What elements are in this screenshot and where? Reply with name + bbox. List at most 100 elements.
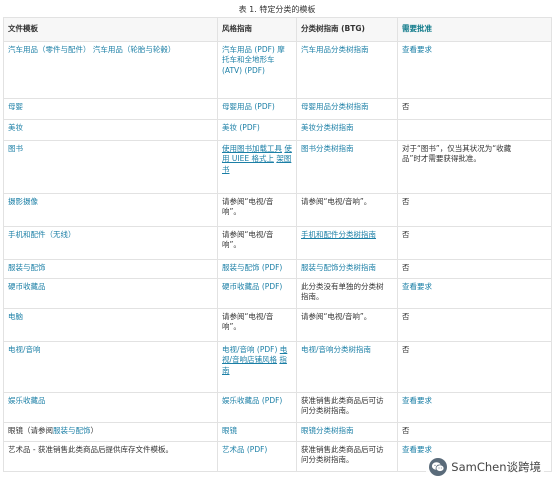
style-guide-link[interactable]: 美妆 (PDF) [222, 123, 260, 132]
style-guide-note: 响”。 [222, 207, 241, 216]
btg-cell: 获准销售此类商品后可访 问分类树指南。 [296, 440, 398, 472]
btg-link[interactable]: 美妆分类树指南 [301, 123, 354, 132]
file-template-link[interactable]: 图书 [8, 144, 23, 153]
view-requirements-link[interactable]: 查看要求 [402, 396, 432, 405]
btg-link[interactable]: 眼镜分类树指南 [301, 426, 354, 435]
table-row: 手机和配件（无线） 请参阅“电视/音 响”。 手机和配件分类树指南 否 [3, 225, 552, 260]
btg-link[interactable]: 手机和配件分类树指南 [301, 230, 376, 239]
btg-link[interactable]: 电视/音响分类树指南 [301, 345, 371, 354]
file-template-link[interactable]: 娱乐收藏品 [8, 396, 46, 405]
table-row: 电视/音响 电视/音响 (PDF) 电视/音响店铺风格 指南 电视/音响分类树指… [3, 340, 552, 393]
style-guide-link[interactable]: 使用图书加载工具 [222, 144, 282, 153]
btg-cell: 眼镜分类树指南 [296, 421, 398, 442]
btg-link[interactable]: 汽车用品分类树指南 [301, 45, 369, 54]
btg-cell: 请参阅“电视/音响”。 [296, 307, 398, 342]
table-row: 娱乐收藏品 娱乐收藏品 (PDF) 获准销售此类商品后可访 问分类树指南。 查看… [3, 391, 552, 423]
view-requirements-link[interactable]: 查看要求 [402, 445, 432, 454]
approval-cell: 否 [397, 421, 552, 442]
table-row: 电脑 请参阅“电视/音 响”。 请参阅“电视/音响”。 否 [3, 307, 552, 342]
approval-cell: 否 [397, 307, 552, 342]
file-template-cell: 汽车用品（零件与配件） 汽车用品（轮胎与轮毂） [3, 40, 218, 99]
approval-note: 品”时才需要获得批准。 [402, 154, 481, 163]
file-template-cell: 艺术品 - 获准销售此类商品后提供库存文件模板。 [3, 440, 218, 472]
style-guide-link[interactable]: 娱乐收藏品 (PDF) [222, 396, 282, 405]
style-guide-cell: 艺术品 (PDF) [217, 440, 297, 472]
watermark: SamChen谈跨境 [426, 457, 544, 477]
apparel-link[interactable]: 服装与配饰 [53, 426, 91, 435]
style-guide-cell: 请参阅“电视/音 响”。 [217, 192, 297, 227]
table-row: 母婴 母婴用品 (PDF) 母婴用品分类树指南 否 [3, 97, 552, 120]
approval-cell [397, 118, 552, 141]
view-requirements-link[interactable]: 查看要求 [402, 282, 432, 291]
style-guide-link[interactable]: 硬币收藏品 (PDF) [222, 282, 282, 291]
table-row: 眼镜（请参阅服装与配饰） 眼镜 眼镜分类树指南 否 [3, 421, 552, 442]
col-header-file-template: 文件模板 [3, 17, 218, 42]
btg-link[interactable]: 图书分类树指南 [301, 144, 354, 153]
file-template-cell: 服装与配饰 [3, 258, 218, 279]
style-guide-link[interactable]: 服装与配饰 (PDF) [222, 263, 282, 272]
table-header-row: 文件模板 风格指南 分类树指南 (BTG) 需要批准 [3, 17, 552, 42]
style-guide-link[interactable]: (ATV) (PDF) [222, 66, 265, 75]
wechat-icon [429, 458, 448, 476]
btg-note: 获准销售此类商品后可访 [301, 444, 384, 454]
file-template-link[interactable]: 硬币收藏品 [8, 282, 46, 291]
style-guide-cell: 服装与配饰 (PDF) [217, 258, 297, 279]
approval-cell: 对于“图书”，仅当其状况为“收藏 品”时才需要获得批准。 [397, 139, 552, 194]
file-template-link[interactable]: 电视/音响 [8, 345, 41, 354]
style-guide-cell: 硬币收藏品 (PDF) [217, 277, 297, 309]
style-guide-link[interactable]: 眼镜 [222, 426, 237, 435]
btg-note: 问分类树指南。 [301, 406, 354, 415]
style-guide-link[interactable]: 电视/音响 (PDF) [222, 345, 277, 354]
file-template-link[interactable]: 电脑 [8, 312, 23, 321]
col-header-style-guide: 风格指南 [217, 17, 297, 42]
btg-cell: 手机和配件分类树指南 [296, 225, 398, 260]
file-template-link[interactable]: 美妆 [8, 123, 23, 132]
btg-note: 获准销售此类商品后可访 [301, 395, 384, 405]
style-guide-cell: 请参阅“电视/音 响”。 [217, 307, 297, 342]
btg-cell: 美妆分类树指南 [296, 118, 398, 141]
file-template-cell: 眼镜（请参阅服装与配饰） [3, 421, 218, 442]
table-row: 美妆 美妆 (PDF) 美妆分类树指南 [3, 118, 552, 141]
file-template-link[interactable]: 摄影摄像 [8, 197, 38, 206]
file-template-cell: 摄影摄像 [3, 192, 218, 227]
file-template-cell: 硬币收藏品 [3, 277, 218, 309]
approval-cell: 否 [397, 340, 552, 393]
btg-link[interactable]: 服装与配饰分类树指南 [301, 263, 376, 272]
style-guide-note: 请参阅“电视/音 [222, 311, 274, 321]
style-guide-cell: 眼镜 [217, 421, 297, 442]
file-template-link[interactable]: 汽车用品（轮胎与轮毂） [93, 45, 176, 54]
table-row: 汽车用品（零件与配件） 汽车用品（轮胎与轮毂） 汽车用品 (PDF) 摩托车和全… [3, 40, 552, 99]
btg-note: 指南。 [301, 292, 324, 301]
style-guide-cell: 使用图书加载工具 使用 UIEE 格式上 架图书 [217, 139, 297, 194]
btg-cell: 请参阅“电视/音响”。 [296, 192, 398, 227]
file-template-cell: 母婴 [3, 97, 218, 120]
style-guide-link[interactable]: 艺术品 (PDF) [222, 445, 267, 454]
approval-cell: 否 [397, 192, 552, 227]
watermark-text: SamChen谈跨境 [451, 460, 541, 474]
style-guide-cell: 母婴用品 (PDF) [217, 97, 297, 120]
style-guide-cell: 美妆 (PDF) [217, 118, 297, 141]
file-template-cell: 图书 [3, 139, 218, 194]
approval-cell: 否 [397, 258, 552, 279]
btg-note: 问分类树指南。 [301, 455, 354, 464]
style-guide-link[interactable]: 母婴用品 (PDF) [222, 102, 275, 111]
view-requirements-link[interactable]: 查看要求 [402, 45, 432, 54]
file-template-cell: 手机和配件（无线） [3, 225, 218, 260]
btg-cell: 此分类没有单独的分类树 指南。 [296, 277, 398, 309]
eyewear-label-end: ） [90, 425, 99, 435]
table-row: 摄影摄像 请参阅“电视/音 响”。 请参阅“电视/音响”。 否 [3, 192, 552, 227]
btg-cell: 汽车用品分类树指南 [296, 40, 398, 99]
file-template-link[interactable]: 母婴 [8, 102, 23, 111]
file-template-link[interactable]: 汽车用品（零件与配件） [8, 45, 91, 54]
approval-cell: 查看要求 [397, 391, 552, 423]
style-guide-note: 响”。 [222, 240, 241, 249]
table-row: 图书 使用图书加载工具 使用 UIEE 格式上 架图书 图书分类树指南 对于“图… [3, 139, 552, 194]
file-template-link[interactable]: 手机和配件（无线） [8, 230, 76, 239]
btg-cell: 母婴用品分类树指南 [296, 97, 398, 120]
style-guide-link[interactable]: 汽车用品 (PDF) [222, 45, 275, 54]
file-template-link[interactable]: 服装与配饰 [8, 263, 46, 272]
style-guide-cell: 请参阅“电视/音 响”。 [217, 225, 297, 260]
style-guide-note: 请参阅“电视/音 [222, 229, 274, 239]
col-header-approval: 需要批准 [397, 17, 552, 42]
btg-link[interactable]: 母婴用品分类树指南 [301, 102, 369, 111]
